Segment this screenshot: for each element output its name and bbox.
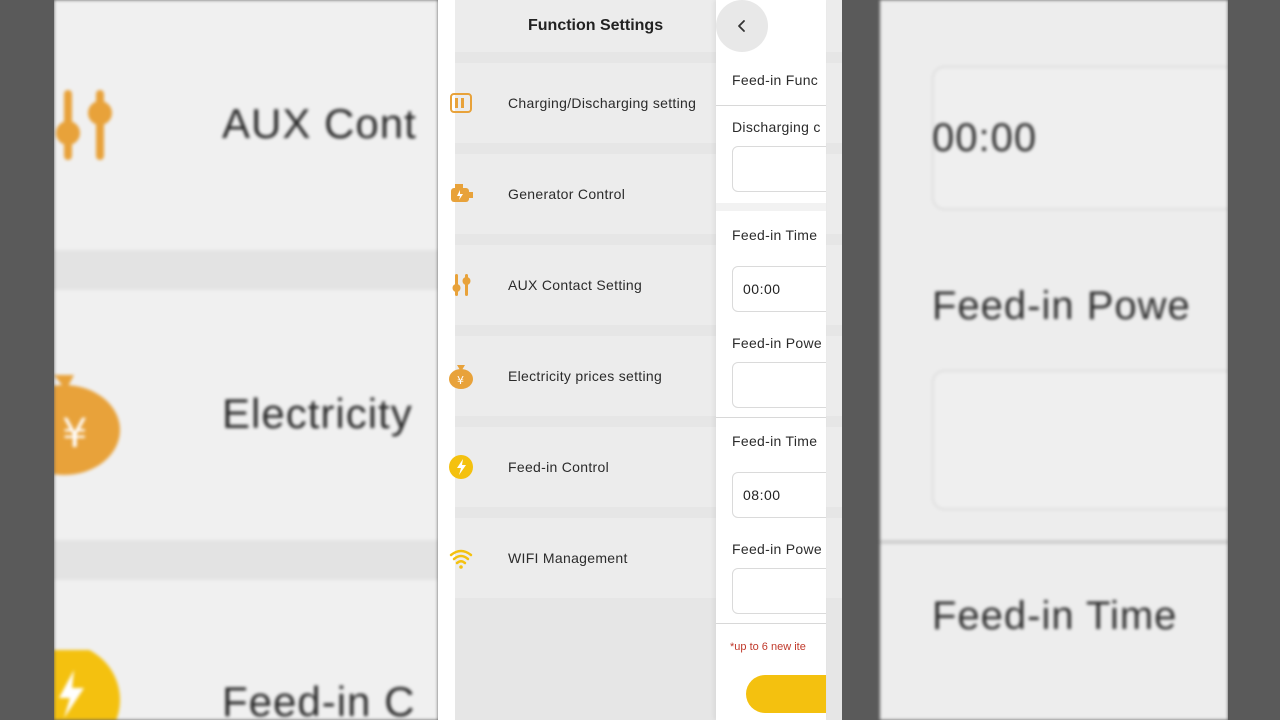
discharging-input[interactable] (732, 146, 826, 192)
menu-item-label: Generator Control (508, 186, 626, 202)
save-button[interactable] (746, 675, 826, 713)
limit-note: *up to 6 new ite (730, 641, 806, 653)
feed-in-power-2-input[interactable] (732, 568, 826, 614)
feed-in-time-2-input[interactable]: 08:00 (732, 472, 826, 518)
bg-time-value: 00:00 (932, 116, 1038, 160)
phone-screen: Function Settings Charging/Discharging s… (438, 0, 842, 720)
wifi-icon (449, 549, 473, 569)
bg-time-label: Feed-in Time (932, 594, 1178, 638)
feed-in-power-1-label: Feed-in Powe (732, 335, 822, 351)
feed-in-power-1-input[interactable] (732, 362, 826, 408)
bg-feed-in-text: Feed-in C (222, 678, 416, 720)
letterbox-right (1228, 0, 1280, 720)
bg-electricity-text: Electricity (222, 390, 413, 437)
back-button[interactable] (716, 0, 768, 52)
svg-text:¥: ¥ (457, 374, 464, 387)
sliders-icon (56, 90, 112, 160)
discharging-label: Discharging c (732, 119, 821, 135)
menu-item-label: Feed-in Control (508, 459, 609, 475)
menu-item-label: Charging/Discharging setting (508, 95, 697, 111)
menu-item-label: WIFI Management (508, 550, 628, 566)
divider (716, 417, 826, 418)
divider (716, 623, 826, 624)
feed-in-time-1-input[interactable]: 00:00 (732, 266, 826, 312)
page-title: Function Settings (528, 17, 664, 34)
background-zoom-left: AUX Cont ¥ Electricity Feed-in C (54, 0, 438, 720)
feed-in-control-panel: Feed-in Func Discharging c Feed-in Time … (716, 0, 826, 720)
feed-in-time-1-label: Feed-in Time (732, 227, 818, 243)
bg-aux-text: AUX Cont (222, 100, 417, 147)
bg-power-label: Feed-in Powe (932, 284, 1191, 328)
sliders-icon (452, 274, 471, 296)
feed-in-function-label: Feed-in Func (732, 72, 819, 88)
feed-in-power-2-label: Feed-in Powe (732, 541, 822, 557)
feed-in-time-2-label: Feed-in Time (732, 433, 818, 449)
battery-icon (450, 93, 472, 113)
lightning-icon (449, 455, 473, 479)
lightning-icon (54, 650, 120, 720)
svg-text:¥: ¥ (62, 411, 87, 457)
feed-in-time-1-value: 00:00 (743, 281, 781, 297)
menu-item-label: Electricity prices setting (508, 368, 663, 384)
money-bag-icon: ¥ (54, 375, 120, 475)
chevron-left-icon (738, 20, 745, 32)
money-bag-icon: ¥ (449, 365, 473, 389)
background-zoom-right: 00:00 Feed-in Powe Feed-in Time (880, 0, 1228, 720)
letterbox-left (0, 0, 54, 720)
feed-in-time-2-value: 08:00 (743, 487, 781, 503)
menu-item-label: AUX Contact Setting (508, 277, 643, 293)
generator-icon (451, 184, 473, 202)
section-gap (716, 203, 826, 211)
divider (716, 105, 826, 106)
